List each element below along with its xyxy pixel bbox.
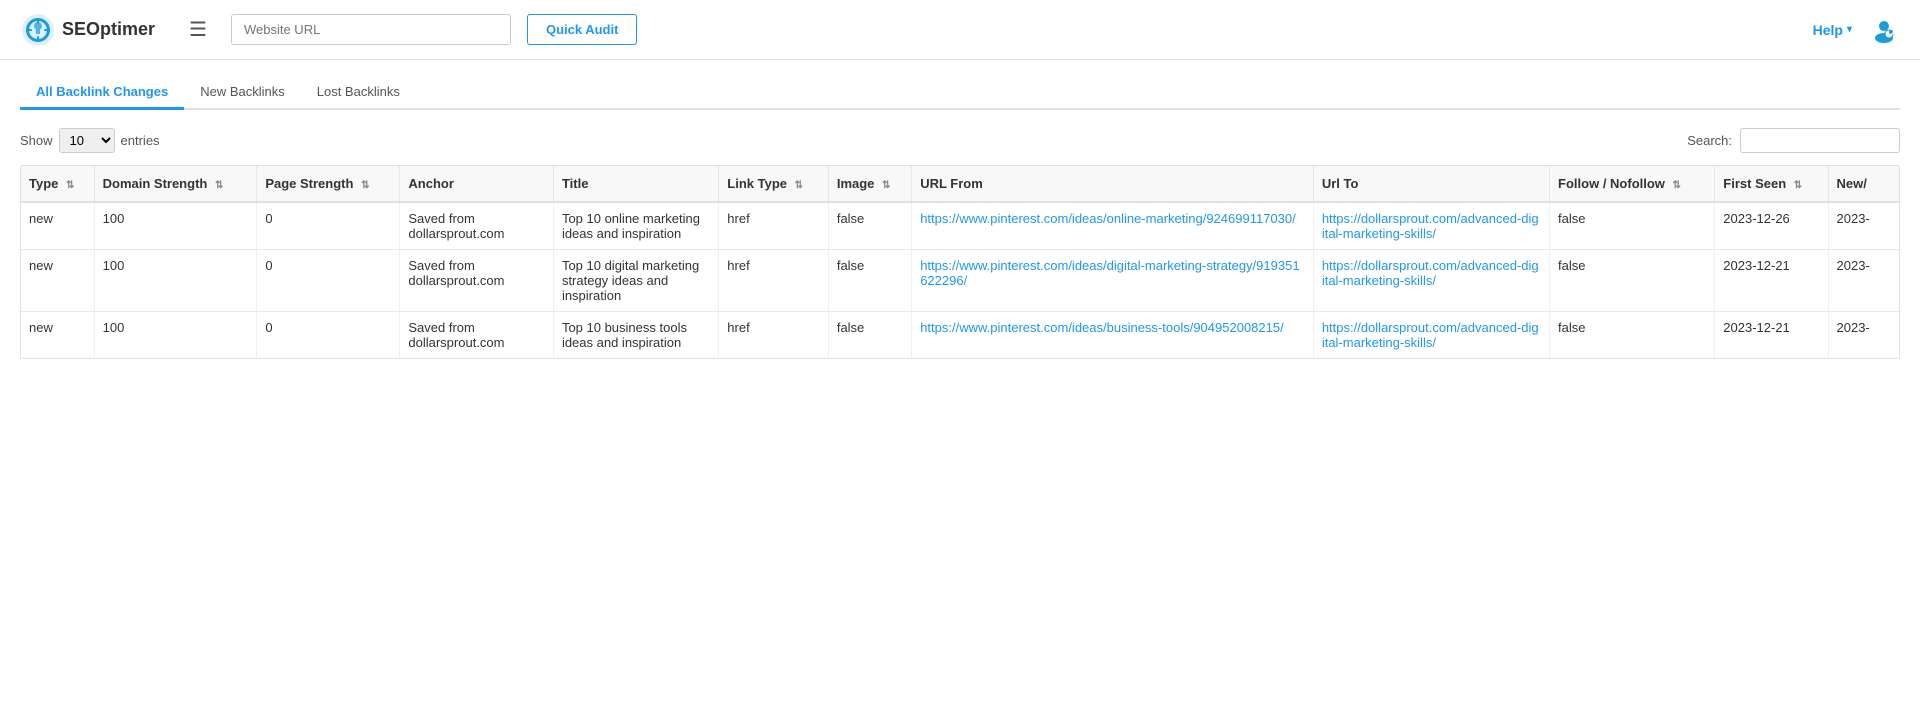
cell-image: false — [828, 312, 911, 359]
entries-label: entries — [121, 133, 160, 148]
col-header-title: Title — [553, 166, 718, 202]
sort-icon-image: ⇅ — [882, 180, 890, 191]
cell-page-strength: 0 — [257, 312, 400, 359]
cell-url-from[interactable]: https://www.pinterest.com/ideas/business… — [912, 312, 1314, 359]
user-avatar-icon[interactable] — [1868, 14, 1900, 46]
cell-page-strength: 0 — [257, 250, 400, 312]
cell-type: new — [21, 312, 94, 359]
main-content: All Backlink Changes New Backlinks Lost … — [0, 60, 1920, 375]
controls-row: Show 10 25 50 100 entries Search: — [20, 128, 1900, 153]
tabs-bar: All Backlink Changes New Backlinks Lost … — [20, 76, 1900, 110]
help-chevron-icon: ▾ — [1847, 24, 1852, 35]
logo-area: SEOptimer — [20, 12, 155, 48]
cell-new: 2023- — [1828, 202, 1899, 250]
cell-url-to[interactable]: https://dollarsprout.com/advanced-digita… — [1313, 202, 1549, 250]
logo-icon — [20, 12, 56, 48]
cell-follow-nofollow: false — [1550, 250, 1715, 312]
col-header-anchor: Anchor — [400, 166, 554, 202]
cell-domain-strength: 100 — [94, 312, 257, 359]
search-label: Search: — [1687, 133, 1732, 148]
cell-anchor: Saved from dollarsprout.com — [400, 202, 554, 250]
tab-all-backlink-changes[interactable]: All Backlink Changes — [20, 76, 184, 110]
sort-icon-domain: ⇅ — [215, 180, 223, 191]
search-area: Search: — [1687, 128, 1900, 153]
sort-icon-page: ⇅ — [361, 180, 369, 191]
cell-type: new — [21, 250, 94, 312]
cell-url-to[interactable]: https://dollarsprout.com/advanced-digita… — [1313, 312, 1549, 359]
logo-text: SEOptimer — [62, 19, 155, 40]
cell-new: 2023- — [1828, 312, 1899, 359]
hamburger-menu[interactable]: ☰ — [181, 13, 215, 46]
help-label: Help — [1813, 22, 1843, 38]
backlinks-table: Type ⇅ Domain Strength ⇅ Page Strength ⇅… — [21, 166, 1899, 358]
cell-title: Top 10 digital marketing strategy ideas … — [553, 250, 718, 312]
sort-icon-first-seen: ⇅ — [1794, 180, 1802, 191]
sort-icon-follow: ⇅ — [1673, 180, 1681, 191]
table-header-row: Type ⇅ Domain Strength ⇅ Page Strength ⇅… — [21, 166, 1899, 202]
url-input[interactable] — [231, 14, 511, 45]
cell-title: Top 10 online marketing ideas and inspir… — [553, 202, 718, 250]
sort-icon-link-type: ⇅ — [795, 180, 803, 191]
cell-page-strength: 0 — [257, 202, 400, 250]
cell-anchor: Saved from dollarsprout.com — [400, 312, 554, 359]
cell-url-from[interactable]: https://www.pinterest.com/ideas/online-m… — [912, 202, 1314, 250]
col-header-url-from: URL From — [912, 166, 1314, 202]
cell-first-seen: 2023-12-21 — [1715, 312, 1828, 359]
col-header-type[interactable]: Type ⇅ — [21, 166, 94, 202]
col-header-url-to: Url To — [1313, 166, 1549, 202]
sort-icon-type: ⇅ — [66, 180, 74, 191]
cell-follow-nofollow: false — [1550, 202, 1715, 250]
show-label: Show — [20, 133, 53, 148]
col-header-domain-strength[interactable]: Domain Strength ⇅ — [94, 166, 257, 202]
cell-title: Top 10 business tools ideas and inspirat… — [553, 312, 718, 359]
entries-select[interactable]: 10 25 50 100 — [59, 128, 115, 153]
col-header-follow-nofollow[interactable]: Follow / Nofollow ⇅ — [1550, 166, 1715, 202]
cell-domain-strength: 100 — [94, 202, 257, 250]
help-button[interactable]: Help ▾ — [1813, 22, 1852, 38]
table-row: new 100 0 Saved from dollarsprout.com To… — [21, 202, 1899, 250]
cell-anchor: Saved from dollarsprout.com — [400, 250, 554, 312]
cell-link-type: href — [719, 312, 829, 359]
cell-type: new — [21, 202, 94, 250]
cell-url-from[interactable]: https://www.pinterest.com/ideas/digital-… — [912, 250, 1314, 312]
cell-url-to[interactable]: https://dollarsprout.com/advanced-digita… — [1313, 250, 1549, 312]
table-row: new 100 0 Saved from dollarsprout.com To… — [21, 250, 1899, 312]
cell-link-type: href — [719, 250, 829, 312]
table-row: new 100 0 Saved from dollarsprout.com To… — [21, 312, 1899, 359]
cell-image: false — [828, 250, 911, 312]
cell-follow-nofollow: false — [1550, 312, 1715, 359]
cell-link-type: href — [719, 202, 829, 250]
col-header-new: New/ — [1828, 166, 1899, 202]
search-input[interactable] — [1740, 128, 1900, 153]
tab-new-backlinks[interactable]: New Backlinks — [184, 76, 301, 110]
quick-audit-button[interactable]: Quick Audit — [527, 14, 637, 45]
cell-new: 2023- — [1828, 250, 1899, 312]
cell-first-seen: 2023-12-26 — [1715, 202, 1828, 250]
tab-lost-backlinks[interactable]: Lost Backlinks — [301, 76, 416, 110]
col-header-image[interactable]: Image ⇅ — [828, 166, 911, 202]
cell-first-seen: 2023-12-21 — [1715, 250, 1828, 312]
header-right: Help ▾ — [1813, 14, 1900, 46]
col-header-link-type[interactable]: Link Type ⇅ — [719, 166, 829, 202]
backlinks-table-wrapper: Type ⇅ Domain Strength ⇅ Page Strength ⇅… — [20, 165, 1900, 359]
cell-domain-strength: 100 — [94, 250, 257, 312]
col-header-page-strength[interactable]: Page Strength ⇅ — [257, 166, 400, 202]
show-entries-control: Show 10 25 50 100 entries — [20, 128, 160, 153]
header: SEOptimer ☰ Quick Audit Help ▾ — [0, 0, 1920, 60]
cell-image: false — [828, 202, 911, 250]
col-header-first-seen[interactable]: First Seen ⇅ — [1715, 166, 1828, 202]
